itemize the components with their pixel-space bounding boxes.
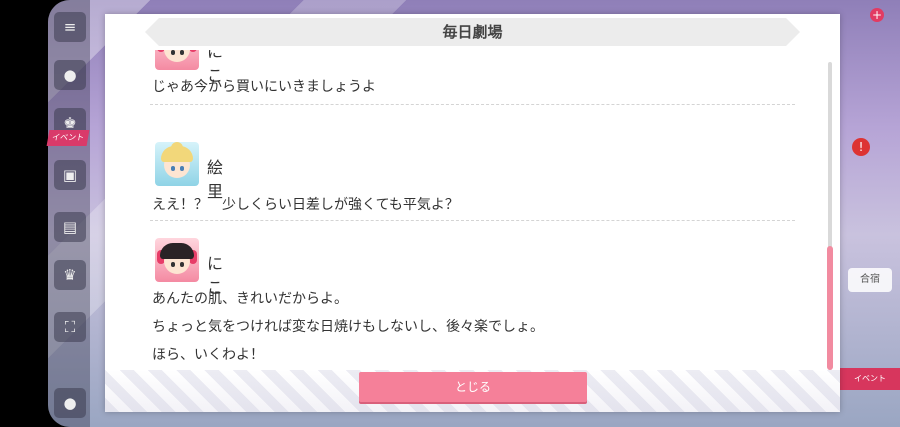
dialogue-line: ほら、いくわよ！	[152, 347, 264, 363]
training-camp-button[interactable]: 合宿	[848, 268, 892, 292]
alert-icon[interactable]: !	[852, 138, 870, 156]
dialogue-line: ちょっと気をつければ変な日焼けもしないし、後々楽でしょ。	[152, 319, 544, 335]
dialogue-entry: 絵里 ええ！？ 少しくらい日差しが強くても平気よ？	[150, 104, 795, 221]
screen-icon[interactable]: ▤	[54, 212, 86, 242]
dialogue-line: ええ！？ 少しくらい日差しが強くても平気よ？	[152, 197, 459, 213]
avatar	[155, 50, 199, 70]
gift-icon[interactable]: ▣	[54, 160, 86, 190]
dialogue-entry: にこ あんたの肌、きれいだからよ。 ちょっと気をつければ変な日焼けもしないし、後…	[150, 220, 795, 370]
avatar	[155, 142, 199, 186]
right-background-panel: + ! 合宿 イベント	[838, 0, 900, 427]
user-icon[interactable]: ●	[54, 388, 86, 418]
dialogue-entry: にこ じゃあ今から買いにいきましょうよ	[150, 50, 795, 105]
daily-theater-dialog: 毎日劇場 にこ じゃあ今から買いにいきましょうよ 絵里 ええ！？ 少しくらい日差…	[105, 14, 840, 412]
expand-icon[interactable]: ⛶	[54, 312, 86, 342]
dialogue-line: じゃあ今から買いにいきましょうよ	[152, 79, 376, 95]
dialogue-line: あんたの肌、きれいだからよ。	[152, 291, 348, 307]
dialogue-log[interactable]: にこ じゃあ今から買いにいきましょうよ 絵里 ええ！？ 少しくらい日差しが強くて…	[150, 50, 795, 370]
event-banner[interactable]: イベント	[840, 368, 900, 390]
event-badge: イベント	[46, 130, 90, 146]
menu-icon[interactable]: ≡	[54, 12, 86, 42]
avatar	[155, 238, 199, 282]
chat-icon[interactable]: ●	[54, 60, 86, 90]
scrollbar-thumb[interactable]	[827, 246, 833, 370]
plus-icon[interactable]: +	[870, 8, 884, 22]
dialog-title: 毎日劇場	[145, 18, 800, 46]
close-button[interactable]: とじる	[359, 372, 587, 402]
trophy-icon[interactable]: ♛	[54, 260, 86, 290]
